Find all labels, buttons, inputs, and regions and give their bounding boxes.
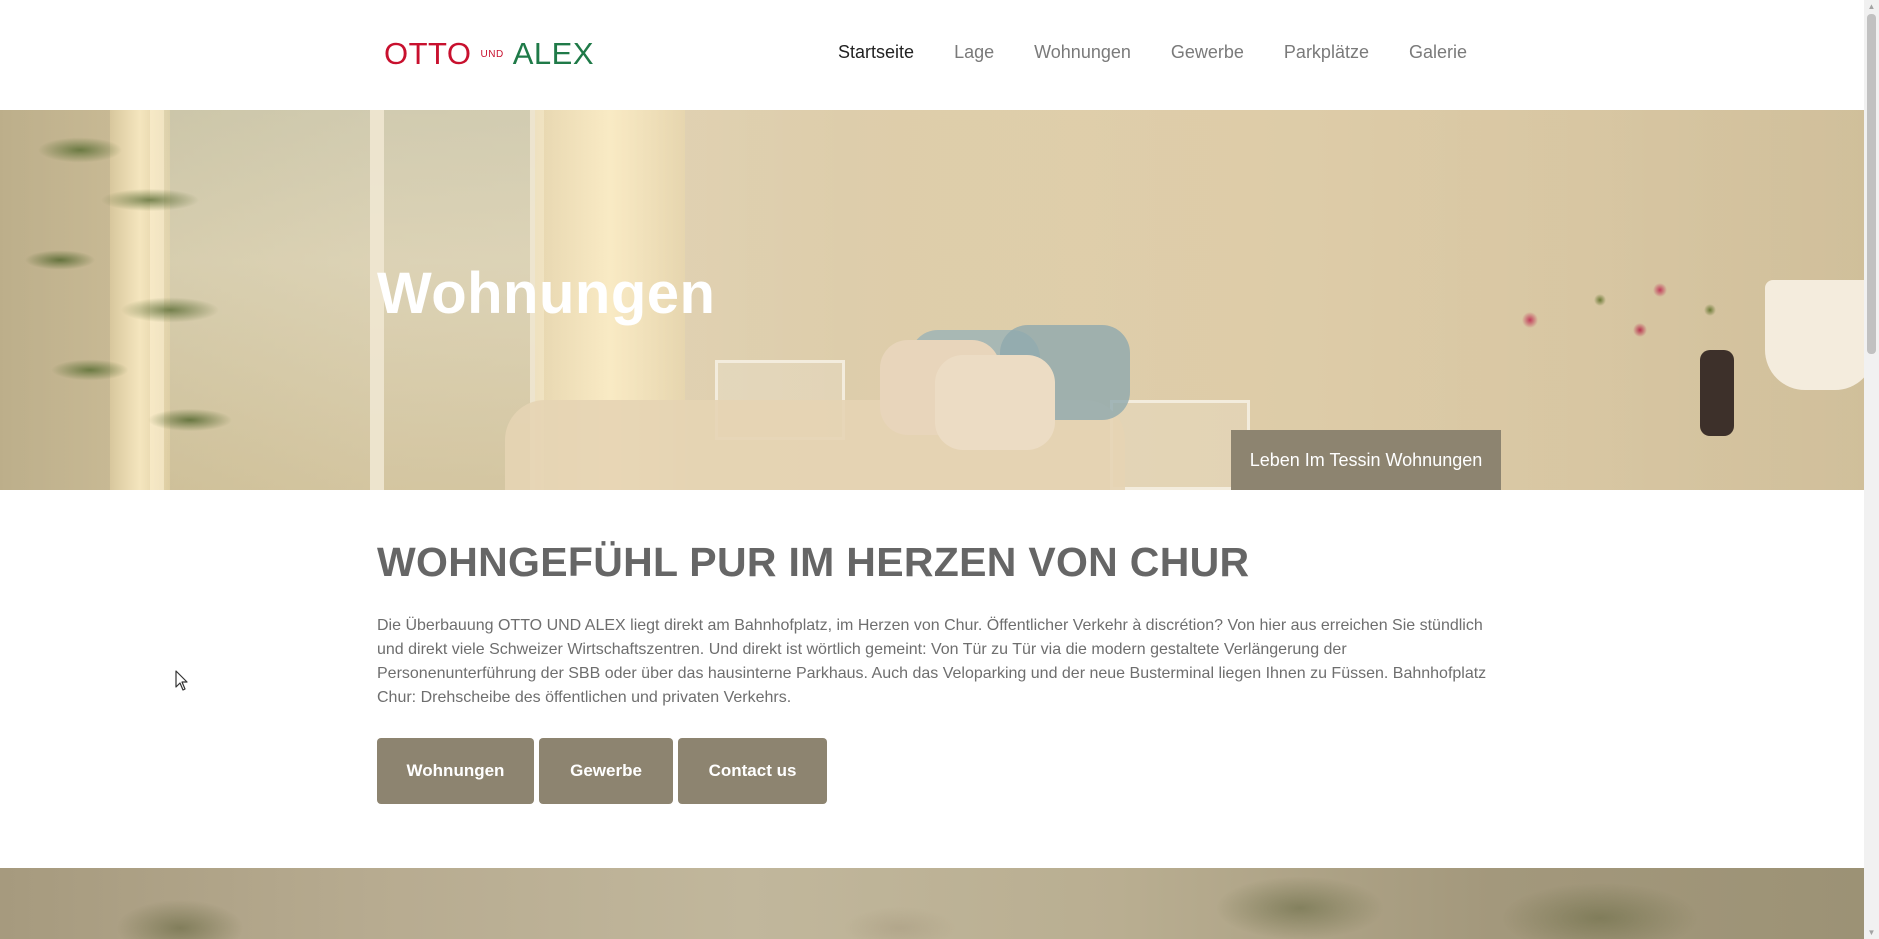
gewerbe-button[interactable]: Gewerbe [539,738,673,804]
nav-item-lage[interactable]: Lage [954,42,994,63]
nav-item-galerie[interactable]: Galerie [1409,42,1467,63]
mouse-pointer-icon [175,670,188,691]
contact-us-button[interactable]: Contact us [678,738,827,804]
section-heading: WOHNGEFÜHL PUR IM HERZEN VON CHUR [377,539,1250,585]
scrollbar-thumb[interactable] [1867,14,1876,354]
nav-item-parkplaetze[interactable]: Parkplätze [1284,42,1369,63]
hero-bg-vase [1700,350,1734,436]
nav-item-gewerbe[interactable]: Gewerbe [1171,42,1244,63]
hero-bg-side-table [1110,400,1250,490]
bottom-image-section [0,868,1864,939]
nav-item-wohnungen[interactable]: Wohnungen [1034,42,1131,63]
scroll-up-icon[interactable]: ▲ [1867,2,1876,11]
hero-title: Wohnungen [377,261,716,326]
hero-banner: Wohnungen Leben Im Tessin Wohnungen [0,110,1864,490]
logo-und-text: UND [480,48,504,60]
main-nav: Startseite Lage Wohnungen Gewerbe Parkpl… [838,42,1467,63]
wohnungen-button[interactable]: Wohnungen [377,738,534,804]
scroll-down-icon[interactable]: ▼ [1867,928,1876,937]
logo-otto-text: OTTO [384,36,472,71]
hero-bg-lamp [1765,280,1864,390]
hero-bg-pillow [935,355,1055,450]
logo-alex-text: ALEX [512,36,594,71]
site-logo[interactable]: OTTO UND ALEX [384,36,594,72]
intro-paragraph: Die Überbauung OTTO UND ALEX liegt direk… [377,617,1487,706]
page-scrollbar[interactable]: ▲ ▼ [1864,0,1879,939]
cta-button-group: Wohnungen Gewerbe Contact us [377,738,827,804]
site-header: OTTO UND ALEX Startseite Lage Wohnungen … [0,0,1864,110]
main-content: WOHNGEFÜHL PUR IM HERZEN VON CHUR Die Üb… [377,535,1487,710]
bottom-bg-trees [0,868,1864,939]
hero-bg-plant [0,110,260,490]
nav-item-startseite[interactable]: Startseite [838,42,914,63]
hero-tag: Leben Im Tessin Wohnungen [1231,430,1501,490]
